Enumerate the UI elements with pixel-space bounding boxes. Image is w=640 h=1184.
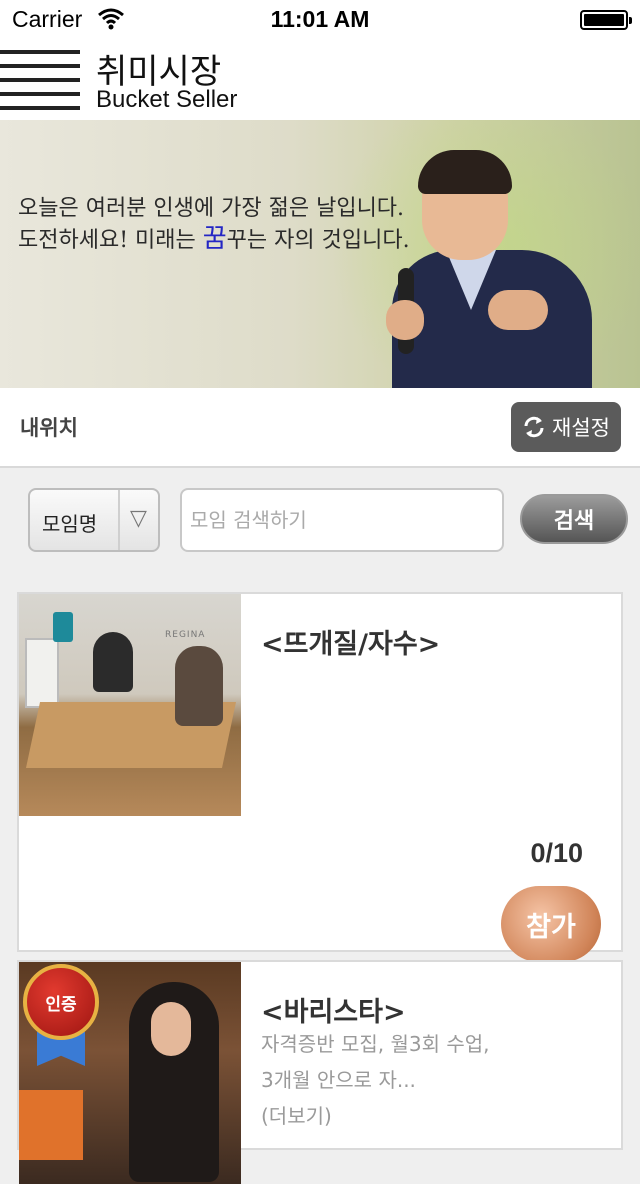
location-bar: 내위치 재설정 xyxy=(0,388,640,468)
meetup-photo: REGINA xyxy=(19,594,241,816)
certified-badge: 인증 xyxy=(23,964,99,1040)
clock: 11:01 AM xyxy=(270,6,370,32)
speaker-photo xyxy=(376,150,640,388)
app-subtitle: Bucket Seller xyxy=(96,86,238,113)
search-category-value: 모임명 xyxy=(42,512,98,536)
participant-count: 0/10 xyxy=(530,838,583,868)
banner-quote-line2-start: 도전하세요! 미래는 xyxy=(18,228,203,253)
chevron-down-icon: ▽ xyxy=(130,506,147,531)
promo-banner[interactable]: 오늘은 여러분 인생에 가장 젊은 날입니다. 도전하세요! 미래는 꿈꾸는 자… xyxy=(0,120,640,388)
search-bar: 모임명 ▽ 검색 xyxy=(0,470,640,570)
refresh-icon xyxy=(524,416,544,438)
app-header: 취미시장 Bucket Seller xyxy=(0,40,640,120)
reset-label: 재설정 xyxy=(552,416,610,440)
my-location-label: 내위치 xyxy=(20,416,78,440)
search-category-select[interactable]: 모임명 ▽ xyxy=(28,488,160,552)
search-input[interactable] xyxy=(180,488,504,552)
meetup-title: <바리스타> xyxy=(261,997,406,1028)
menu-icon[interactable] xyxy=(0,50,82,110)
join-button[interactable]: 참가 xyxy=(501,886,601,962)
meetup-title: <뜨개질/자수> xyxy=(261,629,441,660)
reset-location-button[interactable]: 재설정 xyxy=(511,402,621,452)
meetup-photo: 인증 xyxy=(19,962,241,1184)
banner-quote-highlight: 꿈 xyxy=(202,224,227,254)
meetup-description: 자격증반 모집, 월3회 수업, 3개월 안으로 자... (더보기) xyxy=(261,1026,501,1134)
status-bar: Carrier 11:01 AM xyxy=(0,0,640,40)
meetup-card[interactable]: REGINA <뜨개질/자수> 0/10 참가 xyxy=(17,592,623,962)
banner-quote-line2: 도전하세요! 미래는 꿈꾸는 자의 것입니다. xyxy=(18,218,410,255)
battery-icon xyxy=(580,10,632,30)
more-link[interactable]: (더보기) xyxy=(261,1104,332,1128)
photo-caption: REGINA xyxy=(165,630,206,640)
meetup-description-text: 자격증반 모집, 월3회 수업, 3개월 안으로 자... xyxy=(261,1032,490,1092)
meetup-card[interactable]: 인증 <바리스타> 자격증반 모집, 월3회 수업, 3개월 안으로 자... (… xyxy=(17,960,623,1184)
search-button[interactable]: 검색 xyxy=(520,494,628,544)
